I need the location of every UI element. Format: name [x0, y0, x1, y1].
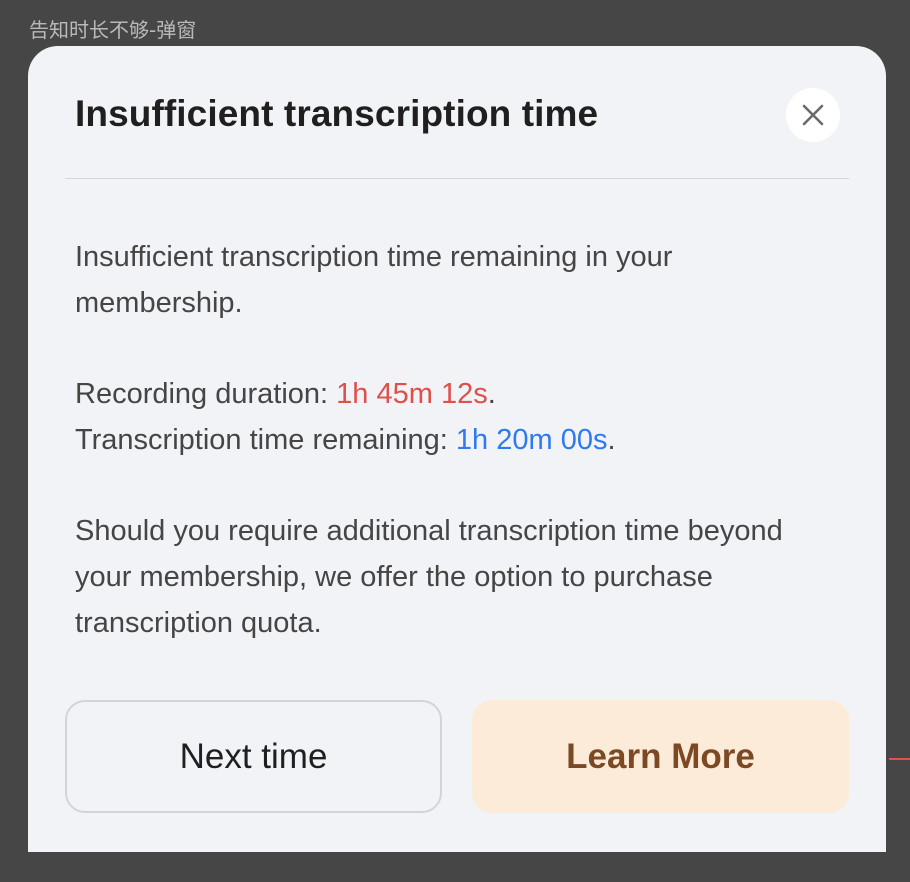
- purchase-quota-message: Should you require additional transcript…: [75, 515, 783, 639]
- dialog-title: Insufficient transcription time: [75, 93, 599, 134]
- recording-duration-label: Recording duration:: [75, 378, 337, 410]
- recording-duration-line: Recording duration: 1h 45m 12s.: [75, 371, 815, 417]
- membership-message: Insufficient transcription time remainin…: [75, 241, 673, 319]
- close-icon: [802, 104, 824, 126]
- recording-duration-period: .: [487, 378, 496, 410]
- recording-duration-value: 1h 45m 12s: [336, 378, 488, 410]
- learn-more-button[interactable]: Learn More: [472, 700, 849, 813]
- insufficient-time-dialog: Insufficient transcription time Insuffic…: [28, 46, 886, 852]
- time-remaining-label: Transcription time remaining:: [75, 424, 456, 456]
- red-marker-line: [889, 758, 910, 760]
- close-button[interactable]: [786, 88, 840, 142]
- time-remaining-period: .: [607, 424, 616, 456]
- time-remaining-value: 1h 20m 00s: [455, 424, 608, 456]
- frame-label: 告知时长不够-弹窗: [29, 18, 197, 42]
- next-time-button[interactable]: Next time: [65, 700, 442, 813]
- time-remaining-line: Transcription time remaining: 1h 20m 00s…: [75, 417, 815, 463]
- time-summary: Recording duration: 1h 45m 12s. Transcri…: [75, 371, 815, 463]
- title-divider: [65, 178, 849, 179]
